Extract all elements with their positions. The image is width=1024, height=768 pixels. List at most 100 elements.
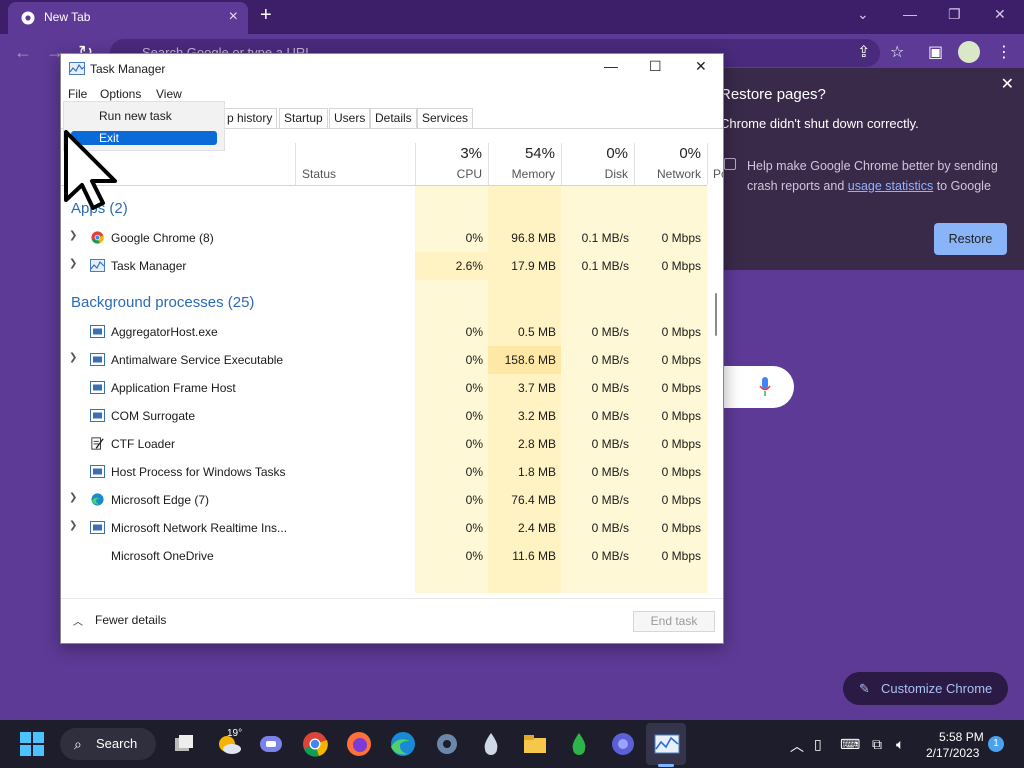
close-window-icon[interactable]: ✕ [994,6,1006,23]
side-panel-icon[interactable]: ▣ [928,42,943,62]
restore-button[interactable]: Restore [934,223,1007,255]
edge-icon [91,493,104,506]
cpu-value: 0% [465,521,483,535]
column-disk[interactable]: 0% Disk [561,143,634,185]
process-window-icon [90,325,105,338]
green-droplet-icon[interactable] [565,730,593,758]
crash-report-checkbox[interactable] [724,158,736,170]
customize-chrome-button[interactable]: ✎ Customize Chrome [843,672,1008,705]
table-row[interactable]: ❯ Microsoft Edge (7) 0% 76.4 MB 0 MB/s 0… [61,486,707,514]
process-name: Application Frame Host [111,381,236,395]
table-row[interactable]: ❯ Microsoft Network Realtime Ins... 0% 2… [61,514,707,542]
cpu-value: 0% [465,353,483,367]
task-manager-titlebar[interactable]: Task Manager — ☐ ✕ [61,54,723,84]
expand-chevron-icon[interactable]: ❯ [69,492,77,503]
table-row[interactable]: ❯ Task Manager 2.6% 17.9 MB 0.1 MB/s 0 M… [61,252,707,280]
memory-value: 17.9 MB [511,259,556,273]
close-bubble-icon[interactable]: ✕ [1001,74,1014,94]
chrome-taskbar-icon[interactable] [301,730,329,758]
new-tab-button[interactable]: + [260,4,272,27]
microphone-icon[interactable] [758,376,772,398]
end-task-button[interactable]: End task [633,611,715,632]
table-row[interactable]: ❯ Antimalware Service Executable 0% 158.… [61,346,707,374]
task-manager-app-icon [69,62,85,75]
menu-dots-icon[interactable]: ⋮ [996,42,1012,62]
network-icon[interactable]: ⧉ [872,736,882,753]
network-value: 0 Mbps [661,353,701,367]
vertical-scrollbar[interactable] [715,293,717,336]
usage-statistics-link[interactable]: usage statistics [848,179,933,193]
close-tab-icon[interactable]: × [229,8,238,26]
cpu-value: 0% [465,231,483,245]
column-memory[interactable]: 54% Memory [488,143,561,185]
menu-file[interactable]: File [68,87,87,101]
battery-icon[interactable]: ▯ [814,736,822,753]
task-manager-footer: ︿ Fewer details End task [61,598,723,644]
cpu-value: 0% [465,325,483,339]
expand-chevron-icon[interactable]: ❯ [69,230,77,241]
cpu-value: 0% [465,493,483,507]
menu-item-run-new-task[interactable]: Run new task [71,109,217,123]
process-name: Microsoft OneDrive [111,549,214,563]
tab-search-icon[interactable]: ⌄ [857,6,869,23]
bookmark-star-icon[interactable]: ☆ [890,42,904,62]
expand-chevron-icon[interactable]: ❯ [69,352,77,363]
file-explorer-icon[interactable] [521,730,549,758]
disk-value: 0 MB/s [591,353,629,367]
task-manager-taskbar-icon[interactable] [653,730,681,758]
table-row[interactable]: CTF Loader 0% 2.8 MB 0 MB/s 0 Mbps [61,430,707,458]
task-view-icon[interactable] [170,730,198,758]
teams-chat-icon[interactable] [257,730,285,758]
notification-badge[interactable]: 1 [988,736,1004,752]
group-background-processes[interactable]: Background processes (25) [71,294,254,311]
process-name: AggregatorHost.exe [111,325,218,339]
profile-avatar[interactable] [958,41,980,63]
close-icon[interactable]: ✕ [695,58,707,75]
chrome-tab-title: New Tab [44,10,91,24]
windows-start-icon[interactable] [18,730,46,758]
tab-app-history[interactable]: p history [223,108,278,128]
minimize-icon[interactable]: — [604,58,618,74]
minimize-icon[interactable]: — [903,6,917,22]
firefox-icon[interactable] [345,730,373,758]
edge-taskbar-icon[interactable] [389,730,417,758]
clock-time[interactable]: 5:58 PM [939,730,984,744]
chrome-tab-new-tab[interactable]: New Tab × [8,2,248,34]
table-row[interactable]: Host Process for Windows Tasks 0% 1.8 MB… [61,458,707,486]
tab-details[interactable]: Details [370,108,417,128]
restore-window-icon[interactable]: ❐ [948,6,961,23]
table-row[interactable]: COM Surrogate 0% 3.2 MB 0 MB/s 0 Mbps [61,402,707,430]
column-power[interactable]: Po [707,143,723,185]
process-window-icon [90,353,105,366]
table-row[interactable]: Application Frame Host 0% 3.7 MB 0 MB/s … [61,374,707,402]
clock-date[interactable]: 2/17/2023 [926,746,979,760]
tab-services[interactable]: Services [417,108,474,128]
tab-users[interactable]: Users [329,108,371,128]
show-hidden-icons-chevron-icon[interactable]: ︿ [790,736,804,756]
chevron-up-icon: ︿ [73,617,83,628]
table-row[interactable]: ❯ Google Chrome (8) 0% 96.8 MB 0.1 MB/s … [61,224,707,252]
memory-value: 3.7 MB [517,381,556,395]
keyboard-icon[interactable]: ⌨ [840,736,860,753]
expand-chevron-icon[interactable]: ❯ [69,258,77,269]
column-status[interactable]: Status [295,143,415,185]
column-network[interactable]: 0% Network [634,143,707,185]
share-icon[interactable]: ⇪ [857,42,870,62]
table-row[interactable]: AggregatorHost.exe 0% 0.5 MB 0 MB/s 0 Mb… [61,318,707,346]
back-icon[interactable]: ← [14,42,32,63]
expand-chevron-icon[interactable]: ❯ [69,520,77,531]
column-cpu[interactable]: 3% CPU [415,143,488,185]
menu-options[interactable]: Options [100,87,141,101]
tab-startup[interactable]: Startup [279,108,328,128]
table-row[interactable]: Microsoft OneDrive 0% 11.6 MB 0 MB/s 0 M… [61,542,707,570]
menu-view[interactable]: View [156,87,182,101]
gear-sphere-icon[interactable] [609,730,637,758]
settings-gear-icon[interactable] [433,730,461,758]
maximize-icon[interactable]: ☐ [649,58,662,75]
taskbar-search[interactable]: ⌕ Search [60,728,156,760]
process-name: Host Process for Windows Tasks [111,465,286,479]
volume-icon[interactable]: 🔈︎ [896,736,904,753]
process-name: CTF Loader [111,437,176,451]
droplet-app-icon[interactable] [477,730,505,758]
cpu-value: 2.6% [455,259,483,273]
